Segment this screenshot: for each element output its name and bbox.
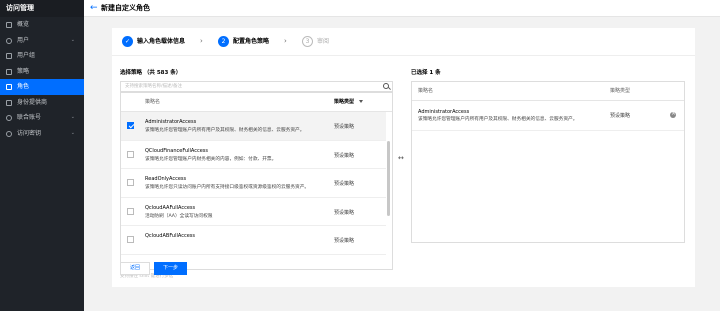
document-icon <box>6 68 12 75</box>
table-row[interactable]: AdministratorAccess 该策略允许您管理账户内所有用户及其权限、… <box>121 112 386 141</box>
row-checkbox[interactable] <box>127 236 134 243</box>
filter-icon[interactable] <box>359 100 363 103</box>
sidebar-item-roles[interactable]: 角色 <box>0 79 84 95</box>
search-icon[interactable] <box>383 83 389 89</box>
table-row[interactable]: QCloudFinanceFullAccess 该策略允许您管理账户内财务相关的… <box>121 141 386 169</box>
policy-type: 预设策略 <box>334 238 355 244</box>
next-button[interactable]: 下一步 <box>154 262 187 275</box>
policy-name: QCloudFinanceFullAccess <box>145 147 209 154</box>
step-1-check-icon: ✓ <box>122 36 133 47</box>
identity-icon <box>6 99 12 106</box>
policy-list-title: 选择策略 （共 583 条） <box>120 70 182 76</box>
sidebar-item-label: 身份提供商 <box>17 98 48 106</box>
policy-type: 预设策略 <box>334 181 355 187</box>
table-header: 策略名 策略类型 <box>412 82 684 101</box>
table-row[interactable]: QcloudABFullAccess 预设策略 <box>121 226 386 255</box>
sidebar-item-label: 角色 <box>17 83 30 90</box>
search-placeholder: 支持搜索策略名称/描述/备注 <box>125 84 183 89</box>
policy-name: AdministratorAccess <box>418 109 470 115</box>
remove-icon[interactable] <box>670 110 676 118</box>
selected-policy-table: 策略名 策略类型 AdministratorAccess 该策略允许您管理账户内… <box>411 81 685 243</box>
policy-type: 预设策略 <box>610 113 631 119</box>
row-checkbox[interactable] <box>127 179 134 186</box>
chevron-right-icon: › <box>200 37 203 45</box>
sidebar-item-federated-accounts[interactable]: 联合账号 ⌄ <box>0 110 84 126</box>
policy-name: ReadOnlyAccess <box>145 176 187 182</box>
sidebar-item-label: 联合账号 <box>17 114 42 121</box>
sidebar-item-label: 策略 <box>17 67 30 75</box>
grid-icon <box>6 22 12 28</box>
policy-description: 活动防刷（AA）全读写访问权限 <box>145 213 213 219</box>
step-2-label: 配置角色策略 <box>233 38 270 45</box>
policy-description: 该策略允许您管理账户内财务相关的内容，例如：付款、开票。 <box>145 156 277 162</box>
policy-name: QcloudAAFullAccess <box>145 204 196 211</box>
policy-search-input[interactable]: 支持搜索策略名称/描述/备注 <box>120 81 393 92</box>
table-scrollbar[interactable] <box>387 141 390 216</box>
selected-list-title: 已选择 1 条 <box>411 70 441 76</box>
back-button[interactable]: 返回 <box>120 262 150 275</box>
stepper: ✓ 输入角色载体信息 › 2 配置角色策略 › 3 审阅 <box>112 28 695 56</box>
user-icon <box>6 37 12 44</box>
row-checkbox[interactable] <box>127 150 134 158</box>
table-header: 策略名 策略类型 <box>121 93 392 112</box>
column-header-policy-name: 策略名 <box>145 99 161 105</box>
sidebar-item-label: 用户 <box>17 36 30 44</box>
policy-type: 预设策略 <box>334 209 355 216</box>
policy-type: 预设策略 <box>334 152 355 159</box>
chevron-down-icon: ⌄ <box>70 129 75 136</box>
sidebar: 访问管理 概览 用户 ⌄ 用户组 策略 角色 身份提供商 联合账号 ⌄ 访问密钥… <box>0 0 84 311</box>
role-icon <box>6 84 12 90</box>
step-1-label: 输入角色载体信息 <box>137 38 186 45</box>
policy-description: 该策略允许您管理账户内所有用户及其权限、财务相关的信息、云服务资产。 <box>418 117 578 122</box>
top-bar: ← 新建自定义角色 <box>84 0 720 17</box>
chevron-right-icon: › <box>284 37 287 45</box>
policy-name: AdministratorAccess <box>145 119 197 125</box>
sidebar-title: 访问管理 <box>0 0 84 17</box>
column-header-policy-type: 策略类型 <box>610 88 631 94</box>
key-icon <box>6 130 12 137</box>
sidebar-item-user-groups[interactable]: 用户组 <box>0 48 84 64</box>
column-header-policy-name: 策略名 <box>418 88 434 94</box>
back-arrow-icon[interactable]: ← <box>90 2 98 14</box>
chevron-down-icon: ⌄ <box>70 36 75 43</box>
policy-name: QcloudABFullAccess <box>145 233 195 239</box>
sidebar-item-identity-providers[interactable]: 身份提供商 <box>0 95 84 111</box>
sidebar-item-label: 访问密钥 <box>17 129 42 137</box>
sidebar-item-policies[interactable]: 策略 <box>0 64 84 80</box>
step-2-number: 2 <box>218 36 229 47</box>
sidebar-item-users[interactable]: 用户 ⌄ <box>0 33 84 49</box>
row-checkbox[interactable] <box>127 207 134 215</box>
table-row[interactable]: QcloudAAFullAccess 活动防刷（AA）全读写访问权限 预设策略 <box>121 198 386 226</box>
table-row[interactable]: ReadOnlyAccess 该策略允许您只读访问账户内所有支持接口级鉴权或资源… <box>121 169 386 198</box>
sidebar-item-overview[interactable]: 概览 <box>0 17 84 33</box>
page-title: 新建自定义角色 <box>101 4 150 12</box>
users-icon <box>6 53 12 59</box>
policy-description: 该策略允许您管理账户内所有用户及其权限、财务相关的信息、云服务资产。 <box>145 128 305 133</box>
swap-icon: ↔ <box>398 154 404 162</box>
sidebar-item-access-keys[interactable]: 访问密钥 ⌄ <box>0 126 84 142</box>
step-3-label: 审阅 <box>317 38 330 45</box>
sidebar-item-label: 用户组 <box>17 52 36 59</box>
step-3-number: 3 <box>302 36 313 47</box>
table-row: AdministratorAccess 该策略允许您管理账户内所有用户及其权限、… <box>412 101 684 131</box>
sidebar-item-label: 概览 <box>17 21 30 28</box>
policy-table: 策略名 策略类型 AdministratorAccess 该策略允许您管理账户内… <box>120 92 393 270</box>
row-checkbox[interactable] <box>127 122 134 129</box>
column-header-policy-type: 策略类型 <box>334 99 355 105</box>
policy-type: 预设策略 <box>334 124 355 130</box>
link-icon <box>6 115 12 121</box>
main-card: ✓ 输入角色载体信息 › 2 配置角色策略 › 3 审阅 选择策略 （共 583… <box>112 28 695 287</box>
policy-description: 该策略允许您只读访问账户内所有支持接口级鉴权或资源级鉴权的云服务资产。 <box>145 185 310 190</box>
chevron-down-icon: ⌄ <box>70 114 75 120</box>
